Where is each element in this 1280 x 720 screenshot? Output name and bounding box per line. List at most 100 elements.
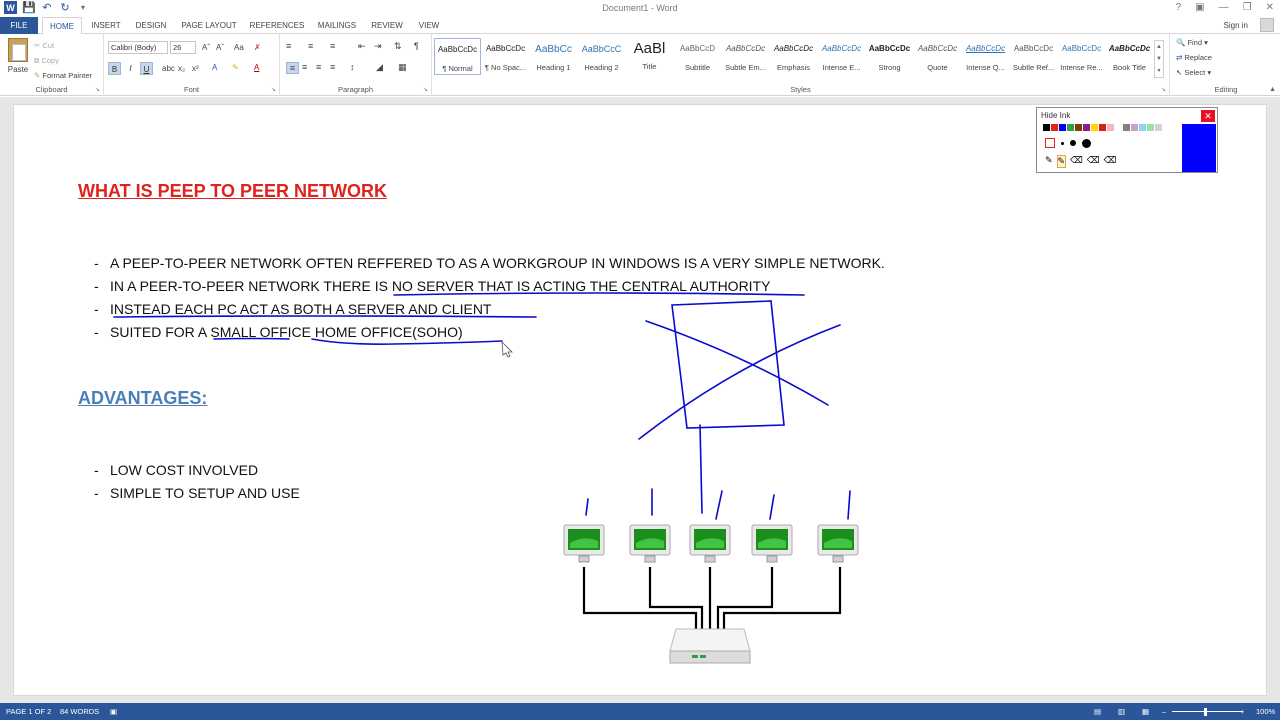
style-intense-reference[interactable]: AaBbCcDc Intense Re... [1058,38,1105,75]
ribbon-display-options-icon[interactable]: ▣ [1195,2,1204,13]
tab-design[interactable]: DESIGN [130,17,172,34]
change-case-icon[interactable]: Aa [234,43,244,52]
center-icon[interactable]: ≡ [302,62,307,72]
print-layout-icon[interactable]: ▥ [1118,707,1125,716]
superscript-icon[interactable]: x² [192,64,199,73]
close-ink-toolbar-icon[interactable]: ✕ [1201,110,1215,122]
close-window-icon[interactable]: ✕ [1266,2,1274,13]
style-no-spacing[interactable]: AaBbCcDc ¶ No Spac... [482,38,529,75]
select-button[interactable]: ↖ Select ▾ [1176,68,1211,77]
subscript-icon[interactable]: x₂ [178,64,185,73]
font-launcher-icon[interactable]: ↘ [271,86,276,93]
avatar[interactable] [1260,18,1274,32]
tab-page-layout[interactable]: PAGE LAYOUT [176,17,242,34]
style-emphasis[interactable]: AaBbCcDc Emphasis [770,38,817,75]
line-spacing-icon[interactable]: ↕ [350,62,355,72]
ink-color-swatch[interactable] [1131,124,1138,131]
pen-size-medium-icon[interactable] [1070,140,1076,146]
eraser-size-icon[interactable] [1045,138,1055,148]
proofing-icon[interactable]: ▣ [110,707,117,716]
ink-color-swatch[interactable] [1043,124,1050,131]
ink-color-swatch[interactable] [1123,124,1130,131]
style-heading-2[interactable]: AaBbCcC Heading 2 [578,38,625,75]
increase-indent-icon[interactable]: ⇥ [374,41,382,52]
bullets-icon[interactable]: ≡ [286,41,291,51]
tab-review[interactable]: REVIEW [366,17,408,34]
paragraph-launcher-icon[interactable]: ↘ [423,86,428,93]
style-book-title[interactable]: AaBbCcDc Book Title [1106,38,1153,75]
strikethrough-icon[interactable]: abc [162,64,175,73]
highlighter-icon[interactable]: ✎ [1056,155,1067,168]
font-name-select[interactable]: Calibri (Body) [108,41,168,54]
font-size-select[interactable]: 26 [170,41,196,54]
ink-color-swatch[interactable] [1075,124,1082,131]
style-intense-quote[interactable]: AaBbCcDc Intense Q... [962,38,1009,75]
cut-button[interactable]: ✂ Cut [34,38,92,53]
pen-icon[interactable]: ✎ [1045,155,1053,168]
tab-view[interactable]: VIEW [412,17,446,34]
ink-color-swatch[interactable] [1107,124,1114,131]
ink-color-swatch[interactable] [1147,124,1154,131]
ink-color-swatch[interactable] [1083,124,1090,131]
pen-size-large-icon[interactable] [1082,138,1091,148]
eraser-icon[interactable]: ⌫ [1070,155,1083,168]
style-title[interactable]: AaBl Title [626,38,673,75]
grow-font-icon[interactable]: Aˆ [202,43,210,52]
decrease-indent-icon[interactable]: ⇤ [358,41,366,52]
web-layout-icon[interactable]: ▦ [1142,707,1149,716]
underline-button[interactable]: U [140,62,153,75]
format-painter-button[interactable]: ✎ Format Painter [34,68,92,83]
align-right-icon[interactable]: ≡ [316,62,321,72]
ink-color-swatch[interactable] [1091,124,1098,131]
style-normal[interactable]: AaBbCcDc ¶ Normal [434,38,481,75]
show-paragraph-marks-icon[interactable]: ¶ [414,41,419,51]
style-subtitle[interactable]: AaBbCcD Subtitle [674,38,721,75]
text-effects-icon[interactable]: A [212,63,217,72]
more-icon[interactable]: ▾ [1155,65,1163,77]
zoom-out-icon[interactable]: – [1162,707,1166,716]
minimize-icon[interactable]: — [1219,2,1229,13]
style-subtle-reference[interactable]: AaBbCcDc Subtle Ref... [1010,38,1057,75]
styles-scroll[interactable]: ▲ ▼ ▾ [1154,40,1164,78]
zoom-slider-thumb[interactable] [1204,708,1207,716]
tab-file[interactable]: FILE [0,17,38,34]
paste-button[interactable]: Paste [6,38,30,80]
styles-launcher-icon[interactable]: ↘ [1161,86,1166,93]
bold-button[interactable]: B [108,62,121,75]
style-strong[interactable]: AaBbCcDc Strong [866,38,913,75]
restore-icon[interactable]: ❐ [1243,2,1252,13]
read-mode-icon[interactable]: ▤ [1094,707,1101,716]
tab-home[interactable]: HOME [42,17,82,35]
clipboard-launcher-icon[interactable]: ↘ [95,86,100,93]
scroll-up-icon[interactable]: ▲ [1155,41,1163,53]
scroll-down-icon[interactable]: ▼ [1155,53,1163,65]
clear-formatting-icon[interactable]: ✗ [254,43,261,52]
help-icon[interactable]: ? [1176,2,1182,13]
sort-icon[interactable]: ⇅ [394,41,402,52]
italic-button[interactable]: I [124,62,137,75]
borders-icon[interactable]: ▦ [398,62,407,73]
highlight-icon[interactable]: ✎ [232,63,239,72]
tab-mailings[interactable]: MAILINGS [312,17,362,34]
eraser-fine-icon[interactable]: ⌫ [1087,155,1100,168]
find-button[interactable]: 🔍 Find ▾ [1176,38,1208,47]
ink-color-swatch[interactable] [1099,124,1106,131]
ink-color-swatch[interactable] [1115,124,1122,131]
style-quote[interactable]: AaBbCcDc Quote [914,38,961,75]
ink-color-swatch[interactable] [1139,124,1146,131]
numbering-icon[interactable]: ≡ [308,41,313,51]
style-intense-emphasis[interactable]: AaBbCcDc Intense E... [818,38,865,75]
zoom-level[interactable]: 100% [1256,707,1275,716]
hide-ink-button[interactable]: Hide Ink [1041,111,1070,120]
justify-icon[interactable]: ≡ [330,62,335,72]
replace-button[interactable]: ⇄ Replace [1176,53,1212,62]
ink-color-swatch[interactable] [1059,124,1066,131]
ink-color-swatch[interactable] [1155,124,1162,131]
multilevel-list-icon[interactable]: ≡ [330,41,335,51]
document-page[interactable]: WHAT IS PEEP TO PEER NETWORK -A PEEP-TO-… [13,104,1267,696]
style-heading-1[interactable]: AaBbCc Heading 1 [530,38,577,75]
sign-in-link[interactable]: Sign in [1224,21,1248,30]
ink-color-swatch[interactable] [1051,124,1058,131]
zoom-slider[interactable] [1172,711,1242,712]
word-count[interactable]: 84 WORDS [60,707,99,716]
